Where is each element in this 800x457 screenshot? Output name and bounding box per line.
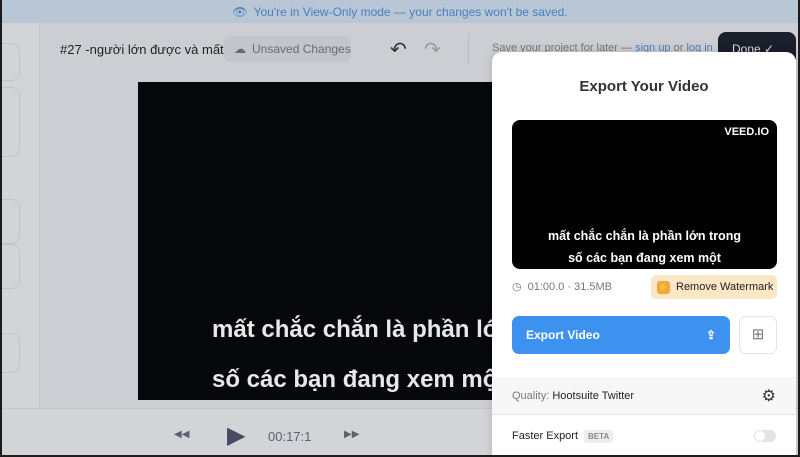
export-title: Export Your Video bbox=[579, 78, 709, 95]
unsaved-changes-badge: ☁ Unsaved Changes bbox=[224, 36, 351, 62]
export-preview: VEED.IO mất chắc chắn là phần lớn trong … bbox=[512, 120, 777, 269]
video-canvas[interactable]: mất chắc chắn là phần lớn trong số các b… bbox=[138, 82, 583, 400]
remove-watermark-label: Remove Watermark bbox=[676, 281, 774, 293]
cloud-off-icon: ☁ bbox=[234, 42, 246, 56]
current-time: 00:17:1 bbox=[268, 429, 312, 444]
duration-size: 01:00.0 · 31.5MB bbox=[527, 280, 612, 293]
watermark: VEED.IO bbox=[724, 126, 769, 138]
upload-icon: ⇪ bbox=[705, 328, 716, 342]
sidebar-tool[interactable] bbox=[2, 244, 20, 289]
beta-badge: BETA bbox=[584, 429, 614, 443]
undo-icon[interactable]: ↶ bbox=[390, 37, 407, 62]
faster-export-toggle[interactable] bbox=[754, 429, 776, 442]
sidebar-tool[interactable] bbox=[2, 87, 20, 157]
project-title[interactable]: #27 -người lớn được và mất bbox=[60, 42, 224, 57]
quality-row[interactable]: Quality: Hootsuite Twitter ⚙ bbox=[492, 377, 796, 415]
divider bbox=[468, 34, 469, 64]
remove-watermark-button[interactable]: ⚡ Remove Watermark bbox=[651, 275, 777, 299]
caption-line-2: số các bạn đang xem một bbox=[212, 366, 506, 393]
sidebar-tool[interactable] bbox=[2, 43, 20, 81]
template-add-button[interactable]: ⊞ bbox=[739, 316, 777, 354]
banner-text: You're in View-Only mode — your changes … bbox=[253, 4, 568, 19]
preview-caption-1: mất chắc chắn là phần lớn trong bbox=[548, 229, 741, 243]
preview-caption-2: số các bạn đang xem một bbox=[568, 251, 721, 265]
export-video-button[interactable]: Export Video ⇪ bbox=[512, 316, 730, 354]
bolt-icon: ⚡ bbox=[657, 280, 670, 294]
clock-icon: ◷ bbox=[512, 281, 522, 293]
sidebar-tool[interactable] bbox=[2, 333, 20, 373]
faster-export-row: Faster Export BETA bbox=[492, 416, 796, 455]
faster-export-label: Faster Export bbox=[512, 429, 579, 442]
fast-forward-icon[interactable]: ▶▶ bbox=[344, 429, 359, 440]
view-only-banner: 👁 You're in View-Only mode — your change… bbox=[2, 0, 798, 23]
quality-label: Quality: bbox=[512, 389, 550, 402]
editor-window: 👁 You're in View-Only mode — your change… bbox=[2, 0, 798, 455]
export-label: Export Video bbox=[526, 328, 600, 342]
play-icon[interactable]: ▶ bbox=[227, 421, 245, 450]
template-add-icon: ⊞ bbox=[751, 326, 765, 343]
quality-value: Hootsuite Twitter bbox=[552, 389, 635, 402]
rewind-icon[interactable]: ◀◀ bbox=[174, 429, 189, 440]
unsaved-label: Unsaved Changes bbox=[252, 42, 351, 56]
eye-icon: 👁 bbox=[232, 4, 248, 19]
left-sidebar bbox=[2, 23, 40, 408]
gear-icon[interactable]: ⚙ bbox=[762, 386, 776, 406]
export-panel: Export Your Video VEED.IO mất chắc chắn … bbox=[492, 52, 796, 455]
redo-icon[interactable]: ↷ bbox=[424, 37, 441, 62]
sidebar-tool[interactable] bbox=[2, 199, 20, 244]
caption-line-1: mất chắc chắn là phần lớn trong bbox=[212, 316, 583, 343]
video-meta: ◷ 01:00.0 · 31.5MB bbox=[512, 280, 612, 294]
